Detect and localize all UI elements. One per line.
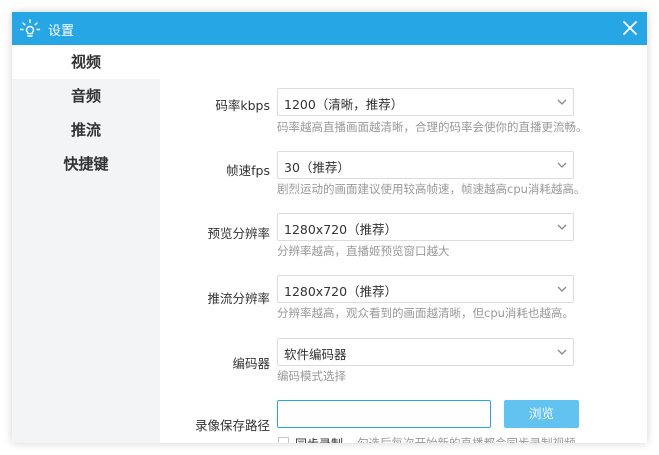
record-path-input[interactable] [277, 400, 491, 428]
sidebar-item-hotkeys[interactable]: 快捷键 [12, 147, 160, 181]
stream-resolution-value: 1280x720（推荐） [284, 284, 398, 299]
preview-resolution-label: 预览分辨率 [207, 226, 270, 241]
settings-sidebar: 视频 音频 推流 快捷键 [12, 45, 160, 443]
preview-resolution-hint: 分辨率越高，直播姬预览窗口越大 [277, 244, 450, 258]
sidebar-item-audio[interactable]: 音频 [12, 79, 160, 113]
fps-value: 30（推荐） [284, 160, 350, 175]
title-bar: 设置 [12, 12, 647, 45]
fps-select[interactable]: 30（推荐） [277, 151, 574, 179]
sync-record-checkbox[interactable] [278, 437, 289, 443]
chevron-down-icon [557, 224, 567, 230]
browse-button[interactable]: 浏览 [504, 400, 579, 428]
preview-resolution-select[interactable]: 1280x720（推荐） [277, 213, 574, 241]
settings-content: 码率kbps 1200（清晰，推荐） 码率越高直播画面越清晰，合理的码率会使你的… [160, 45, 647, 443]
stream-resolution-select[interactable]: 1280x720（推荐） [277, 275, 574, 303]
bitrate-hint: 码率越高直播画面越清晰，合理的码率会使你的直播更流畅。 [277, 120, 588, 134]
fps-hint: 剧烈运动的画面建议使用较高帧速，帧速越高cpu消耗越高。 [277, 182, 586, 196]
bitrate-value: 1200（清晰，推荐） [284, 97, 404, 112]
sync-record-label[interactable]: 同步录制 [295, 435, 343, 443]
window-title: 设置 [48, 24, 75, 39]
bitrate-label: 码率kbps [215, 98, 270, 113]
chevron-down-icon [557, 99, 567, 105]
encoder-value: 软件编码器 [284, 347, 347, 362]
settings-window: 设置 视频 音频 推流 快捷键 码率kbps 1200（清晰，推荐） 码率越高直… [12, 12, 647, 443]
sync-record-hint: 勾选后每次开始新的直播都会同步录制视频 [357, 436, 576, 443]
close-icon[interactable] [619, 17, 641, 39]
chevron-down-icon [557, 349, 567, 355]
lightbulb-icon [19, 19, 41, 37]
sidebar-item-streaming[interactable]: 推流 [12, 113, 160, 147]
encoder-select[interactable]: 软件编码器 [277, 338, 574, 366]
sidebar-item-video[interactable]: 视频 [12, 45, 160, 79]
encoder-label: 编码器 [232, 356, 270, 371]
bitrate-select[interactable]: 1200（清晰，推荐） [277, 88, 574, 116]
encoder-hint: 编码模式选择 [277, 369, 346, 383]
stream-resolution-label: 推流分辨率 [207, 291, 270, 306]
chevron-down-icon [557, 162, 567, 168]
fps-label: 帧速fps [226, 163, 270, 178]
preview-resolution-value: 1280x720（推荐） [284, 222, 398, 237]
chevron-down-icon [557, 286, 567, 292]
record-path-label: 录像保存路径 [194, 418, 270, 433]
stream-resolution-hint: 分辨率越高，观众看到的画面越清晰，但cpu消耗也越高。 [277, 306, 574, 320]
